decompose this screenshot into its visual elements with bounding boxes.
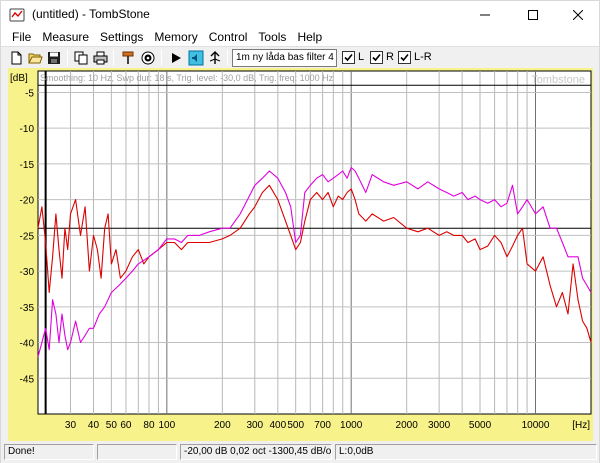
minimize-button[interactable] <box>463 1 507 28</box>
save-disk-icon <box>48 52 60 64</box>
target-button[interactable] <box>139 49 157 67</box>
y-tick-label: -45 <box>20 374 35 385</box>
menu-tools[interactable]: Tools <box>253 28 292 46</box>
minimize-icon <box>480 14 490 15</box>
new-document-icon <box>11 51 22 65</box>
probe-button[interactable] <box>119 49 137 67</box>
toolbar: 1m ny låda bas filter 4 L R L-R <box>1 46 599 68</box>
y-tick-label: -15 <box>20 160 35 171</box>
checkmark-icon <box>400 53 409 62</box>
status-cursor-readout: -20,00 dB 0,02 oct -1300,45 dB/oc <box>180 444 332 460</box>
copy-icon <box>74 51 88 65</box>
checkmark-icon <box>344 53 353 62</box>
printer-icon <box>93 51 107 65</box>
speaker-icon <box>188 50 204 66</box>
checkbox-l-r-label: L-R <box>414 51 432 63</box>
checkmark-icon <box>372 53 381 62</box>
y-tick-label: -10 <box>20 124 35 135</box>
menu-settings[interactable]: Settings <box>95 28 149 46</box>
plot-area[interactable] <box>37 70 592 415</box>
x-tick-label: 2000 <box>396 420 419 431</box>
window-title: (untitled) - TombStone <box>32 7 150 21</box>
status-empty-panel <box>97 444 177 460</box>
checkbox-r-label: R <box>386 51 394 63</box>
new-button[interactable] <box>7 49 25 67</box>
status-bar: Done! -20,00 dB 0,02 oct -1300,45 dB/oc … <box>1 441 599 463</box>
menu-control[interactable]: Control <box>204 28 254 46</box>
plot-canvas[interactable]: -5 -10 -15 -20 -25 -30 -35 -40 -45 30 40 50 60 80 100 2… <box>8 68 593 441</box>
y-axis-unit-label: [dB] <box>10 73 28 84</box>
copy-button[interactable] <box>72 49 90 67</box>
measure-button[interactable] <box>187 49 205 67</box>
close-icon <box>573 9 583 20</box>
antenna-button[interactable] <box>206 49 224 67</box>
menu-file[interactable]: File <box>7 28 37 46</box>
x-tick-label: 700 <box>314 420 331 431</box>
status-message: Done! <box>4 444 94 460</box>
toolbar-separator <box>113 50 114 66</box>
tombstone-watermark: Tombstone <box>531 74 585 86</box>
y-tick-label: -30 <box>20 267 35 278</box>
x-tick-label: 400 <box>269 420 286 431</box>
x-tick-label: 100 <box>158 420 175 431</box>
x-tick-label: 80 <box>143 420 155 431</box>
menu-bar: File Measure Settings Memory Control Too… <box>1 28 599 46</box>
measurement-name-field[interactable]: 1m ny låda bas filter 4 <box>232 49 337 67</box>
frequency-response-plot[interactable]: -5 -10 -15 -20 -25 -30 -35 -40 -45 30 40 50 60 80 100 2… <box>8 68 593 441</box>
antenna-icon <box>209 51 221 64</box>
toolbar-separator <box>227 50 228 66</box>
probe-icon <box>122 51 134 64</box>
app-window: (untitled) - TombStone File Measure Sett… <box>0 0 600 463</box>
y-tick-label: -25 <box>20 231 35 242</box>
checkbox-l-r[interactable] <box>398 51 411 64</box>
checkbox-r[interactable] <box>370 51 383 64</box>
app-icon <box>9 8 25 22</box>
x-tick-label: 40 <box>88 420 100 431</box>
toolbar-separator <box>161 50 162 66</box>
maximize-button[interactable] <box>511 1 555 28</box>
status-level-readout: L:0,0dB <box>335 444 597 460</box>
x-tick-label: 300 <box>246 420 263 431</box>
play-icon <box>172 53 181 63</box>
toolbar-separator <box>67 50 68 66</box>
x-tick-label: 30 <box>65 420 77 431</box>
folder-open-icon <box>27 53 43 64</box>
x-axis-unit-label: [Hz] <box>572 420 590 431</box>
y-tick-label: -40 <box>20 339 35 350</box>
print-button[interactable] <box>91 49 109 67</box>
x-tick-label: 5000 <box>469 420 492 431</box>
target-icon <box>141 51 155 65</box>
maximize-icon <box>528 9 538 20</box>
y-tick-label: -5 <box>25 88 34 99</box>
menu-measure[interactable]: Measure <box>37 28 95 46</box>
x-tick-label: 1000 <box>340 420 363 431</box>
checkbox-l[interactable] <box>342 51 355 64</box>
plot-info-line: Smoothing: 10 Hz, Swp dur: 18 s, Trig. l… <box>40 73 334 83</box>
menu-help[interactable]: Help <box>292 28 328 46</box>
checkbox-l-label: L <box>358 51 365 63</box>
x-tick-label: 60 <box>120 420 132 431</box>
x-tick-label: 500 <box>287 420 304 431</box>
title-bar: (untitled) - TombStone <box>1 1 599 28</box>
y-tick-label: -35 <box>20 303 35 314</box>
open-button[interactable] <box>26 49 44 67</box>
menu-memory[interactable]: Memory <box>149 28 203 46</box>
x-tick-label: 10000 <box>522 420 550 431</box>
y-tick-label: -20 <box>20 196 35 207</box>
x-tick-label: 200 <box>214 420 231 431</box>
x-tick-label: 3000 <box>428 420 451 431</box>
save-button[interactable] <box>45 49 63 67</box>
x-tick-label: 50 <box>106 420 118 431</box>
close-button[interactable] <box>556 1 600 28</box>
play-button[interactable] <box>167 49 185 67</box>
